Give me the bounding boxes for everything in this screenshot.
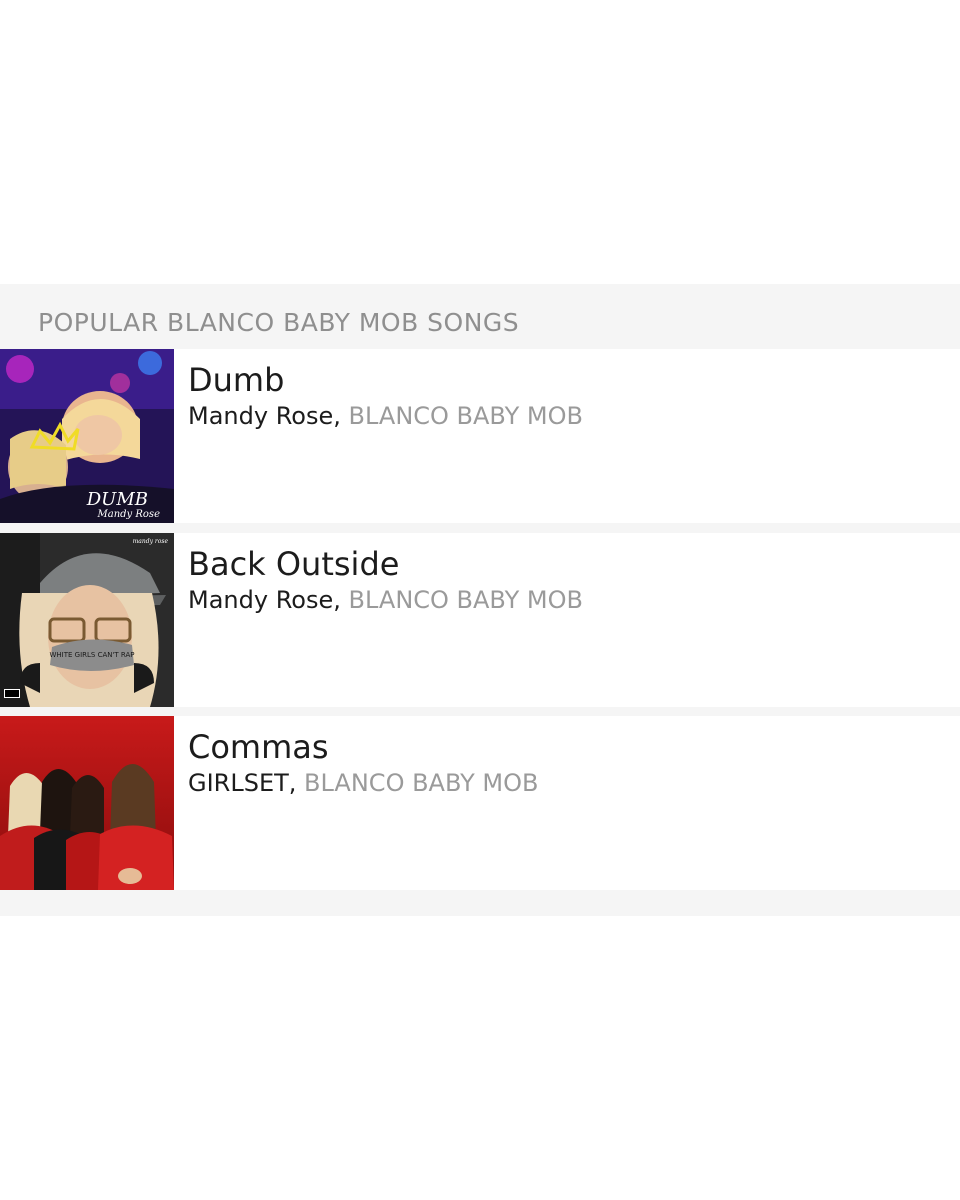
song-title[interactable]: Commas: [188, 728, 329, 766]
artist-link[interactable]: Mandy Rose: [188, 402, 333, 430]
song-title[interactable]: Dumb: [188, 361, 284, 399]
song-row-commas[interactable]: Commas GIRLSET, BLANCO BABY MOB: [0, 716, 960, 890]
popular-songs-section: POPULAR BLANCO BABY MOB SONGS DUMB Mandy…: [0, 284, 960, 916]
artist-separator: ,: [333, 402, 349, 430]
album-cover-back-outside[interactable]: WHITE GIRLS CAN'T RAP mandy rose: [0, 533, 174, 707]
song-row-dumb[interactable]: DUMB Mandy Rose Dumb Mandy Rose, BLANCO …: [0, 349, 960, 523]
song-artists: Mandy Rose, BLANCO BABY MOB: [188, 586, 583, 614]
album-cover-commas[interactable]: [0, 716, 174, 890]
cover-tape-text: WHITE GIRLS CAN'T RAP: [49, 651, 134, 659]
album-art: WHITE GIRLS CAN'T RAP mandy rose: [0, 533, 174, 707]
artist-separator: ,: [333, 586, 349, 614]
featured-artist-link[interactable]: BLANCO BABY MOB: [349, 586, 583, 614]
cover-artist-text: mandy rose: [133, 538, 169, 545]
section-title: POPULAR BLANCO BABY MOB SONGS: [38, 308, 520, 337]
artist-link[interactable]: Mandy Rose: [188, 586, 333, 614]
song-artists: GIRLSET, BLANCO BABY MOB: [188, 769, 538, 797]
artist-link[interactable]: GIRLSET: [188, 769, 289, 797]
album-art: DUMB Mandy Rose: [0, 349, 174, 523]
featured-artist-link[interactable]: BLANCO BABY MOB: [349, 402, 583, 430]
song-title[interactable]: Back Outside: [188, 545, 399, 583]
artist-separator: ,: [288, 769, 305, 797]
cover-title-text: DUMB: [86, 489, 148, 510]
album-cover-dumb[interactable]: DUMB Mandy Rose: [0, 349, 174, 523]
featured-artist-link[interactable]: BLANCO BABY MOB: [304, 769, 538, 797]
cover-artist-text: Mandy Rose: [97, 509, 161, 520]
album-art: [0, 716, 174, 890]
song-artists: Mandy Rose, BLANCO BABY MOB: [188, 402, 583, 430]
song-row-back-outside[interactable]: WHITE GIRLS CAN'T RAP mandy rose Back Ou…: [0, 533, 960, 707]
